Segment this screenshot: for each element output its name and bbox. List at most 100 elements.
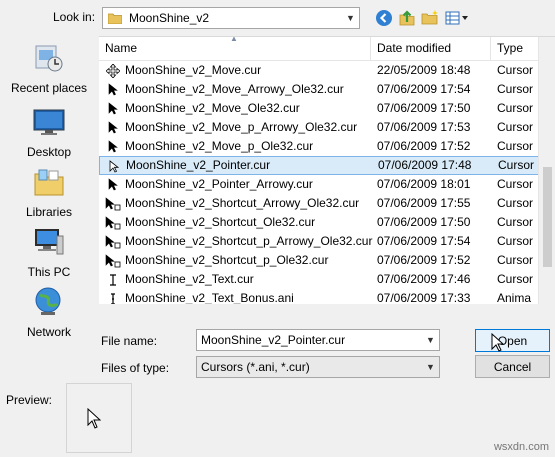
file-date-cell: 07/06/2009 17:48 [378, 158, 472, 172]
shortcut-cursor-icon [105, 213, 121, 232]
file-row[interactable]: MoonShine_v2_Text.cur 07/06/2009 17:46 Cur… [99, 270, 539, 289]
arrow-cursor-icon [105, 175, 121, 194]
file-date-cell: 07/06/2009 17:50 [377, 101, 471, 115]
watermark: wsxdn.com [493, 441, 549, 453]
file-date-cell: 07/06/2009 17:50 [377, 215, 471, 229]
place-network[interactable]: Network [0, 286, 98, 344]
file-row[interactable]: MoonShine_v2_Pointer.cur 07/06/2009 17:48… [99, 156, 539, 175]
place-label: Desktop [26, 145, 72, 159]
file-name-cell: MoonShine_v2_Pointer_Arrowy.cur [125, 177, 313, 191]
column-header-name[interactable]: Name [99, 37, 371, 61]
file-date-cell: 07/06/2009 17:54 [377, 82, 471, 96]
horizontal-scrollbar[interactable] [99, 304, 555, 321]
up-folder-icon[interactable] [397, 8, 417, 28]
look-in-value: MoonShine_v2 [129, 11, 210, 25]
place-recent-places[interactable]: Recent places [0, 42, 98, 100]
cancel-button-label: Cancel [493, 359, 532, 374]
file-name-cell: MoonShine_v2_Move_p_Ole32.cur [125, 139, 314, 153]
pointer-cursor-icon [87, 407, 102, 433]
file-name-cell: MoonShine_v2_Text_Bonus.ani [125, 291, 294, 304]
arrow-cursor-icon [105, 80, 121, 99]
arrow-cursor-icon [105, 99, 121, 118]
place-label: This PC [27, 265, 71, 279]
move-cursor-icon [105, 61, 121, 80]
place-desktop[interactable]: Desktop [0, 106, 98, 164]
text-bonus-cursor-icon [105, 289, 121, 304]
preview-label: Preview: [6, 393, 53, 407]
files-of-type-select[interactable]: Cursors (*.ani, *.cur) ▼ [196, 356, 440, 378]
file-name-cell: MoonShine_v2_Move.cur [125, 63, 262, 77]
file-row[interactable]: MoonShine_v2_Shortcut_p_Ole32.cur 07/06/2… [99, 251, 539, 270]
file-row[interactable]: MoonShine_v2_Move_Ole32.cur 07/06/2009 17… [99, 99, 539, 118]
file-name-label: File name: [101, 334, 158, 348]
chevron-down-icon[interactable]: ▼ [422, 330, 439, 350]
recent-places-icon [33, 42, 65, 74]
libraries-icon [33, 166, 65, 198]
vertical-scrollbar[interactable] [538, 37, 555, 304]
column-header-row: ▲ Name Date modified Type [99, 37, 555, 61]
mouse-cursor-icon [491, 332, 505, 356]
file-date-cell: 07/06/2009 17:53 [377, 120, 471, 134]
text-cursor-icon [105, 270, 121, 289]
network-icon [33, 286, 65, 318]
file-row[interactable]: MoonShine_v2_Move_p_Arrowy_Ole32.cur 07/0… [99, 118, 539, 137]
file-name-cell: MoonShine_v2_Move_Arrowy_Ole32.cur [125, 82, 344, 96]
place-label: Libraries [25, 205, 73, 219]
file-name-cell: MoonShine_v2_Pointer.cur [126, 158, 271, 172]
shortcut-cursor-icon [105, 251, 121, 270]
files-of-type-value: Cursors (*.ani, *.cur) [201, 360, 310, 374]
place-libraries[interactable]: Libraries [0, 166, 98, 224]
file-date-cell: 22/05/2009 18:48 [377, 63, 471, 77]
files-of-type-label: Files of type: [101, 361, 170, 375]
view-menu-icon[interactable] [444, 8, 470, 28]
file-name-cell: MoonShine_v2_Shortcut_Arrowy_Ole32.cur [125, 196, 360, 210]
column-header-date[interactable]: Date modified [371, 37, 491, 61]
file-date-cell: 07/06/2009 17:52 [377, 139, 471, 153]
this-pc-icon [33, 226, 65, 258]
file-row[interactable]: MoonShine_v2_Shortcut_Arrowy_Ole32.cur 07… [99, 194, 539, 213]
file-date-cell: 07/06/2009 17:52 [377, 253, 471, 267]
file-date-cell: 07/06/2009 18:01 [377, 177, 471, 191]
desktop-icon [33, 106, 65, 138]
arrow-cursor-icon [105, 118, 121, 137]
arrow-cursor-icon [105, 137, 121, 156]
preview-pane [66, 383, 132, 453]
file-date-cell: 07/06/2009 17:46 [377, 272, 471, 286]
file-list[interactable]: ▲ Name Date modified Type MoonShine_v2_M… [99, 36, 555, 304]
file-date-cell: 07/06/2009 17:55 [377, 196, 471, 210]
place-label: Recent places [10, 81, 88, 95]
look-in-combo[interactable]: MoonShine_v2 ▼ [102, 7, 360, 29]
file-name-cell: MoonShine_v2_Shortcut_p_Ole32.cur [125, 253, 329, 267]
file-name-cell: MoonShine_v2_Text.cur [125, 272, 254, 286]
shortcut-cursor-icon [105, 194, 121, 213]
file-row[interactable]: MoonShine_v2_Pointer_Arrowy.cur 07/06/200… [99, 175, 539, 194]
file-date-cell: 07/06/2009 17:33 [377, 291, 471, 304]
scrollbar-thumb[interactable] [543, 167, 552, 267]
file-name-cell: MoonShine_v2_Shortcut_p_Arrowy_Ole32.cur [125, 234, 373, 248]
file-row[interactable]: MoonShine_v2_Text_Bonus.ani 07/06/2009 17… [99, 289, 539, 304]
file-row[interactable]: MoonShine_v2_Move.cur 22/05/2009 18:48 Cur… [99, 61, 539, 80]
look-in-label: Look in: [53, 10, 96, 24]
pointer-cursor-icon [106, 157, 122, 176]
chevron-down-icon[interactable]: ▼ [342, 8, 359, 28]
folder-icon [107, 13, 123, 24]
place-this-pc[interactable]: This PC [0, 226, 98, 284]
back-icon[interactable] [374, 8, 394, 28]
file-row[interactable]: MoonShine_v2_Shortcut_Ole32.cur 07/06/200… [99, 213, 539, 232]
file-row[interactable]: MoonShine_v2_Move_p_Ole32.cur 07/06/2009 … [99, 137, 539, 156]
cancel-button[interactable]: Cancel [475, 355, 550, 378]
file-row[interactable]: MoonShine_v2_Shortcut_p_Arrowy_Ole32.cur… [99, 232, 539, 251]
places-bar: Recent places Desktop Libraries This PC … [0, 36, 98, 346]
file-name-cell: MoonShine_v2_Shortcut_Ole32.cur [125, 215, 316, 229]
file-name-cell: MoonShine_v2_Move_p_Arrowy_Ole32.cur [125, 120, 358, 134]
shortcut-cursor-icon [105, 232, 121, 251]
file-name-cell: MoonShine_v2_Move_Ole32.cur [125, 101, 300, 115]
chevron-down-icon[interactable]: ▼ [422, 357, 439, 377]
new-folder-icon[interactable] [420, 8, 440, 28]
file-row[interactable]: MoonShine_v2_Move_Arrowy_Ole32.cur 07/06/… [99, 80, 539, 99]
place-label: Network [26, 325, 71, 339]
file-date-cell: 07/06/2009 17:54 [377, 234, 471, 248]
open-button[interactable]: Open [475, 329, 550, 352]
file-name-input[interactable]: MoonShine_v2_Pointer.cur ▼ [196, 329, 440, 351]
file-name-value: MoonShine_v2_Pointer.cur [201, 333, 346, 347]
